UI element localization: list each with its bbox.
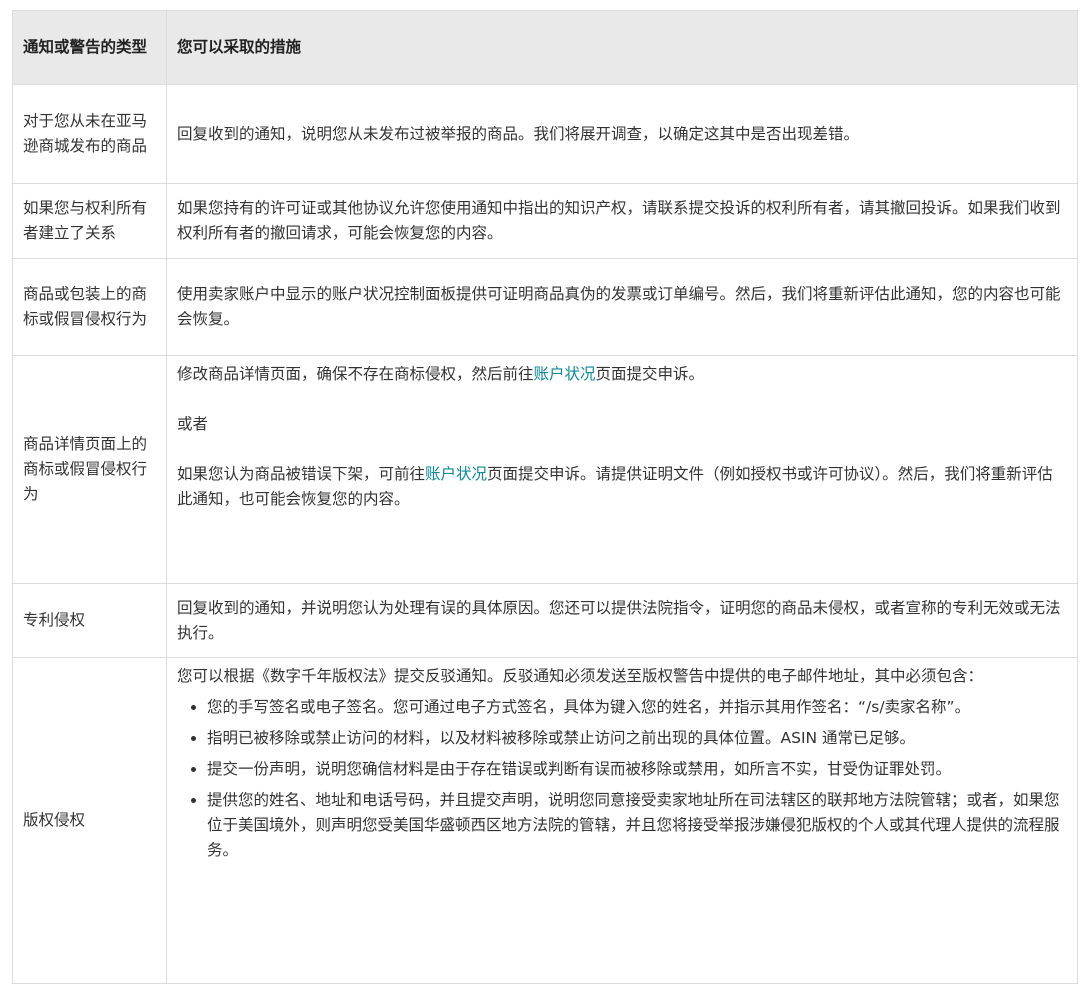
table-header-row: 通知或警告的类型 您可以采取的措施 — [12, 10, 1078, 85]
notice-type: 专利侵权 — [12, 583, 167, 658]
text: 修改商品详情页面，确保不存在商标侵权，然后前往 — [177, 365, 534, 383]
requirements-list: 您的手写签名或电子签名。您可通过电子方式签名，具体为键入您的姓名，并指示其用作签… — [177, 695, 1067, 863]
account-health-link[interactable]: 账户状况 — [425, 465, 487, 483]
copyright-intro: 您可以根据《数字千年版权法》提交反驳通知。反驳通知必须发送至版权警告中提供的电子… — [177, 667, 984, 685]
table-row: 版权侵权 您可以根据《数字千年版权法》提交反驳通知。反驳通知必须发送至版权警告中… — [12, 657, 1078, 984]
table-row: 商品或包装上的商标或假冒侵权行为 使用卖家账户中显示的账户状况控制面板提供可证明… — [12, 258, 1078, 356]
action-text: 如果您持有的许可证或其他协议允许您使用通知中指出的知识产权，请联系提交投诉的权利… — [166, 183, 1078, 259]
or-text: 或者 — [177, 415, 209, 433]
action-cell: 您可以根据《数字千年版权法》提交反驳通知。反驳通知必须发送至版权警告中提供的电子… — [166, 657, 1078, 984]
notice-type: 对于您从未在亚马逊商城发布的商品 — [12, 84, 167, 184]
table-row: 对于您从未在亚马逊商城发布的商品 回复收到的通知，说明您从未发布过被举报的商品。… — [12, 84, 1078, 184]
notice-type: 如果您与权利所有者建立了关系 — [12, 183, 167, 259]
action-text: 回复收到的通知，说明您从未发布过被举报的商品。我们将展开调查，以确定这其中是否出… — [166, 84, 1078, 184]
table-row: 专利侵权 回复收到的通知，并说明您认为处理有误的具体原因。您还可以提供法院指令，… — [12, 583, 1078, 658]
header-notice-type: 通知或警告的类型 — [12, 10, 167, 85]
list-item: 您的手写签名或电子签名。您可通过电子方式签名，具体为键入您的姓名，并指示其用作签… — [207, 695, 1067, 720]
text: 如果您认为商品被错误下架，可前往 — [177, 465, 426, 483]
action-cell: 修改商品详情页面，确保不存在商标侵权，然后前往账户状况页面提交申诉。 或者 如果… — [166, 355, 1078, 584]
list-item: 提交一份声明，说明您确信材料是由于存在错误或判断有误而被移除或禁用，如所言不实，… — [207, 757, 1067, 782]
notice-type: 商品或包装上的商标或假冒侵权行为 — [12, 258, 167, 356]
list-item: 提供您的姓名、地址和电话号码，并且提交声明，说明您同意接受卖家地址所在司法辖区的… — [207, 788, 1067, 863]
header-actions: 您可以采取的措施 — [166, 10, 1078, 85]
notice-actions-table: 通知或警告的类型 您可以采取的措施 对于您从未在亚马逊商城发布的商品 回复收到的… — [12, 10, 1078, 984]
table-row: 如果您与权利所有者建立了关系 如果您持有的许可证或其他协议允许您使用通知中指出的… — [12, 183, 1078, 259]
action-text: 回复收到的通知，并说明您认为处理有误的具体原因。您还可以提供法院指令，证明您的商… — [166, 583, 1078, 658]
action-text: 使用卖家账户中显示的账户状况控制面板提供可证明商品真伪的发票或订单编号。然后，我… — [166, 258, 1078, 356]
action-paragraph-2: 如果您认为商品被错误下架，可前往账户状况页面提交申诉。请提供证明文件（例如授权书… — [177, 462, 1067, 512]
account-health-link[interactable]: 账户状况 — [534, 365, 596, 383]
action-paragraph-1: 修改商品详情页面，确保不存在商标侵权，然后前往账户状况页面提交申诉。 — [177, 362, 1067, 387]
list-item: 指明已被移除或禁止访问的材料，以及材料被移除或禁止访问之前出现的具体位置。ASI… — [207, 726, 1067, 751]
text: 页面提交申诉。 — [595, 365, 705, 383]
table-row: 商品详情页面上的商标或假冒侵权行为 修改商品详情页面，确保不存在商标侵权，然后前… — [12, 355, 1078, 584]
notice-type: 版权侵权 — [12, 657, 167, 984]
notice-type: 商品详情页面上的商标或假冒侵权行为 — [12, 355, 167, 584]
